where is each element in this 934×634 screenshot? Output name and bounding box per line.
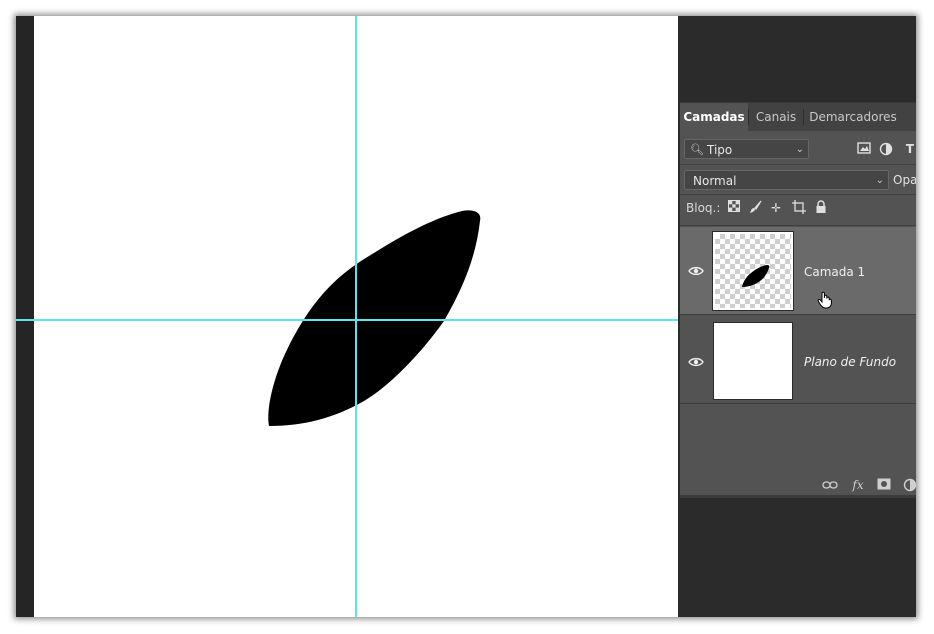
opacity-label: Opa — [893, 173, 916, 187]
layer-name[interactable]: Plano de Fundo — [804, 355, 896, 369]
lock-all-icon[interactable] — [813, 200, 829, 216]
link-layers-icon[interactable] — [822, 478, 838, 494]
filter-row: 🔍︎ Tipo ⌄ T — [680, 137, 916, 161]
blend-row: Normal ⌄ Opa — [680, 167, 916, 193]
add-mask-icon[interactable] — [876, 478, 892, 494]
lock-row: Bloq.: ✛ — [680, 198, 916, 220]
document-canvas[interactable] — [34, 16, 678, 617]
blend-mode-value: Normal — [693, 174, 737, 188]
horizontal-guide-extension — [16, 319, 34, 321]
layer-thumbnail — [713, 322, 793, 400]
search-icon: 🔍︎ — [690, 143, 704, 156]
fx-icon[interactable]: fx — [850, 477, 866, 493]
lock-position-icon[interactable]: ✛ — [768, 200, 784, 216]
hand-cursor-icon — [817, 291, 833, 313]
layer-thumbnail — [712, 231, 794, 311]
workspace-left-strip — [16, 16, 34, 617]
layers-panel: Camadas Canais Demarcadores 🔍︎ Tipo ⌄ T … — [680, 102, 916, 498]
tab-channels[interactable]: Canais — [749, 103, 803, 131]
panel-divider — [680, 225, 916, 226]
adjustment-filter-icon[interactable] — [878, 142, 894, 158]
chevron-down-icon: ⌄ — [875, 175, 884, 186]
blend-mode-select[interactable]: Normal ⌄ — [684, 170, 889, 190]
layer-name[interactable]: Camada 1 — [804, 265, 865, 279]
thumbnail-leaf-shape — [742, 265, 770, 287]
panel-tabs: Camadas Canais Demarcadores — [680, 103, 916, 131]
layer-row-plano-de-fundo[interactable]: Plano de Fundo — [680, 316, 916, 404]
right-panel-area: Camadas Canais Demarcadores 🔍︎ Tipo ⌄ T … — [678, 16, 916, 617]
filter-type-select[interactable]: 🔍︎ Tipo ⌄ — [684, 139, 809, 159]
filter-type-label: Tipo — [707, 143, 733, 157]
photoshop-window: Camadas Canais Demarcadores 🔍︎ Tipo ⌄ T … — [16, 16, 916, 617]
eye-icon[interactable] — [688, 263, 704, 279]
eye-icon[interactable] — [688, 354, 704, 370]
panel-bottom-edge — [680, 495, 916, 498]
lock-label: Bloq.: — [686, 201, 721, 215]
lock-image-pixels-icon[interactable] — [748, 200, 764, 216]
panel-divider — [680, 164, 916, 165]
vertical-guide[interactable] — [355, 16, 357, 617]
image-filter-icon[interactable] — [856, 142, 872, 158]
tab-paths[interactable]: Demarcadores — [804, 103, 902, 131]
lock-transparent-pixels-icon[interactable] — [726, 200, 742, 216]
lock-artboard-icon[interactable] — [791, 200, 807, 216]
panel-divider — [680, 194, 916, 195]
layer-row-camada-1[interactable]: Camada 1 — [680, 227, 916, 315]
horizontal-guide[interactable] — [34, 319, 678, 321]
layers-bottom-toolbar: fx — [680, 475, 916, 497]
chevron-down-icon: ⌄ — [795, 144, 804, 155]
type-filter-icon[interactable]: T — [902, 141, 916, 157]
tab-layers[interactable]: Camadas — [680, 103, 748, 131]
adjustment-layer-icon[interactable] — [902, 478, 916, 494]
